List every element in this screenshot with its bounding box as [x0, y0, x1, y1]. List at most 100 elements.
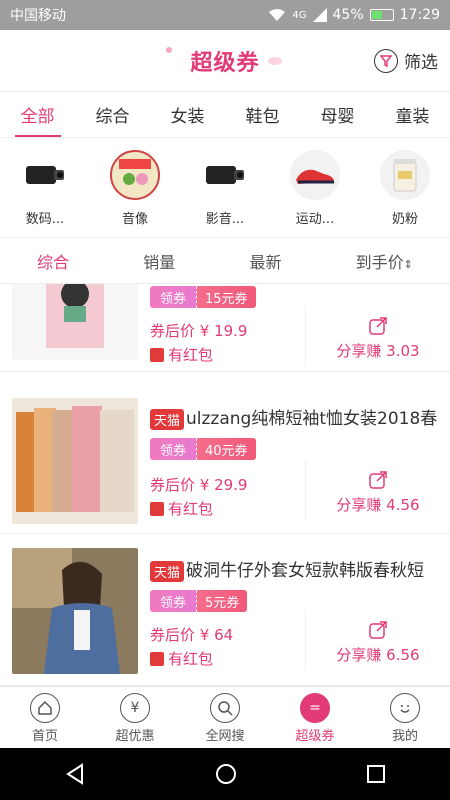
list-item[interactable]: 天猫 ulzzang纯棉短袖t恤女装2018春 领券 40元券 券后价 ¥ 29.…: [0, 384, 450, 534]
camcorder-icon: [200, 150, 250, 200]
product-image: [12, 548, 138, 674]
yen-icon: ¥: [120, 693, 150, 723]
red-packet-label: 有红包: [168, 500, 214, 518]
share-earn-label: 分享赚 4.56: [336, 496, 420, 514]
sort-newest[interactable]: 最新: [249, 249, 281, 273]
nav-label: 超级券: [295, 729, 335, 744]
price-after-coupon: 券后价 ¥ 19.9: [150, 322, 248, 340]
signal-icon: [312, 8, 327, 22]
subcategory-audio-video[interactable]: 音像: [100, 150, 170, 227]
share-icon: [369, 317, 387, 335]
nav-mine[interactable]: 我的: [365, 687, 445, 748]
share-earn-label: 分享赚 3.03: [336, 342, 420, 360]
product-title-text: 破洞牛仔外套女短款韩版春秋短: [186, 561, 425, 581]
tab-baby[interactable]: 母婴: [315, 92, 361, 137]
search-icon: [210, 693, 240, 723]
wifi-icon: [269, 9, 286, 21]
nav-label: 全网搜: [205, 729, 245, 744]
subcategory-row: 数码... 音像 影音... 运动... 奶粉: [0, 138, 450, 238]
subcategory-label: 奶粉: [391, 212, 418, 227]
coupon-get-label: 领券: [150, 438, 197, 460]
nav-super-coupon[interactable]: = 超级券: [275, 687, 355, 748]
network-label: 4G: [292, 9, 307, 21]
subcategory-label: 音像: [121, 212, 148, 227]
subcategory-sports[interactable]: 运动...: [280, 150, 350, 227]
red-packet-label: 有红包: [168, 650, 214, 668]
tmall-badge: 天猫: [150, 408, 185, 430]
tab-womens[interactable]: 女装: [165, 92, 211, 137]
coupon-tag[interactable]: 领券 5元券: [150, 590, 248, 612]
share-icon: [369, 471, 387, 489]
share-button[interactable]: 分享赚 4.56: [306, 470, 450, 515]
share-button[interactable]: 分享赚 3.03: [306, 316, 450, 361]
red-packet: 有红包: [150, 498, 213, 519]
camcorder-icon: [20, 150, 70, 200]
red-packet-label: 有红包: [168, 346, 214, 364]
red-packet-icon: [150, 501, 164, 516]
sort-price-label: 到手价: [355, 252, 404, 272]
subcategory-formula[interactable]: 奶粉: [370, 150, 440, 227]
filter-label: 筛选: [404, 53, 438, 73]
product-title[interactable]: 天猫 ulzzang纯棉短袖t恤女装2018春: [150, 404, 444, 430]
status-bar: 中国移动 4G 45% 17:29: [0, 0, 450, 30]
nav-deals[interactable]: ¥ 超优惠: [95, 687, 175, 748]
coupon-tag[interactable]: 领券 15元券: [150, 286, 256, 308]
tab-all[interactable]: 全部: [14, 92, 61, 137]
share-icon: [369, 621, 387, 639]
system-nav-bar: [0, 748, 450, 800]
product-list: 领券 15元券 券后价 ¥ 19.9 有红包 分享赚 3.03 天猫 ulzzan…: [0, 284, 450, 686]
milk-can-icon: [380, 150, 430, 200]
product-image: [12, 398, 138, 524]
filter-button[interactable]: 筛选: [374, 48, 438, 73]
product-title-text: ulzzang纯棉短袖t恤女装2018春: [186, 409, 438, 429]
subcategory-label: 数码...: [25, 212, 65, 227]
nav-search[interactable]: 全网搜: [185, 687, 265, 748]
recents-icon[interactable]: [366, 764, 386, 784]
tab-general[interactable]: 综合: [90, 92, 136, 137]
list-item[interactable]: 天猫 破洞牛仔外套女短款韩版春秋短 领券 5元券 券后价 ¥ 64 有红包 分享赚…: [0, 536, 450, 686]
clock: 17:29: [399, 7, 440, 23]
tab-kids[interactable]: 童装: [390, 92, 436, 137]
coupon-tag[interactable]: 领券 40元券: [150, 438, 256, 460]
tmall-badge: 天猫: [150, 560, 185, 582]
nav-label: 超优惠: [115, 729, 155, 744]
coupon-get-label: 领券: [150, 590, 197, 612]
product-image: [12, 284, 138, 360]
share-button[interactable]: 分享赚 6.56: [306, 620, 450, 665]
coupon-amount: 5元券: [196, 590, 248, 612]
carrier-label: 中国移动: [10, 8, 66, 24]
price-after-coupon: 券后价 ¥ 29.9: [150, 476, 248, 494]
subcategory-av-equipment[interactable]: 影音...: [190, 150, 260, 227]
coupon-icon: =: [300, 693, 330, 723]
coupon-amount: 40元券: [196, 438, 256, 460]
nav-label: 我的: [391, 729, 418, 744]
sort-general[interactable]: 综合: [37, 249, 69, 273]
nav-home[interactable]: 首页: [5, 687, 85, 748]
home-icon: [30, 693, 60, 723]
price-after-coupon: 券后价 ¥ 64: [150, 626, 234, 644]
app-header: 超级券 筛选: [0, 30, 450, 92]
red-packet: 有红包: [150, 344, 213, 365]
page-title: 超级券: [166, 45, 282, 77]
coupon-amount: 15元券: [196, 286, 256, 308]
home-circle-icon[interactable]: [215, 763, 237, 785]
subcategory-digital[interactable]: 数码...: [10, 150, 80, 227]
back-icon[interactable]: [64, 763, 86, 785]
subcategory-label: 运动...: [295, 212, 335, 227]
sort-sales[interactable]: 销量: [143, 249, 175, 273]
sort-bar: 综合 销量 最新 到手价⇕: [0, 238, 450, 284]
filter-icon: [374, 48, 398, 73]
bottom-nav: 首页 ¥ 超优惠 全网搜 = 超级券 我的: [0, 686, 450, 748]
cartoon-cover-icon: [110, 150, 160, 200]
sort-toggle-icon: ⇕: [403, 257, 413, 271]
nav-label: 首页: [31, 729, 58, 744]
sort-price[interactable]: 到手价⇕: [356, 249, 413, 273]
coupon-get-label: 领券: [150, 286, 197, 308]
share-earn-label: 分享赚 6.56: [336, 646, 420, 664]
red-packet-icon: [150, 347, 164, 362]
sneaker-icon: [290, 150, 340, 200]
product-title[interactable]: 天猫 破洞牛仔外套女短款韩版春秋短: [150, 556, 444, 582]
category-tabs: 全部 综合 女装 鞋包 母婴 童装: [0, 92, 450, 138]
tab-shoes-bags[interactable]: 鞋包: [240, 92, 286, 137]
list-item[interactable]: 领券 15元券 券后价 ¥ 19.9 有红包 分享赚 3.03: [0, 284, 450, 372]
